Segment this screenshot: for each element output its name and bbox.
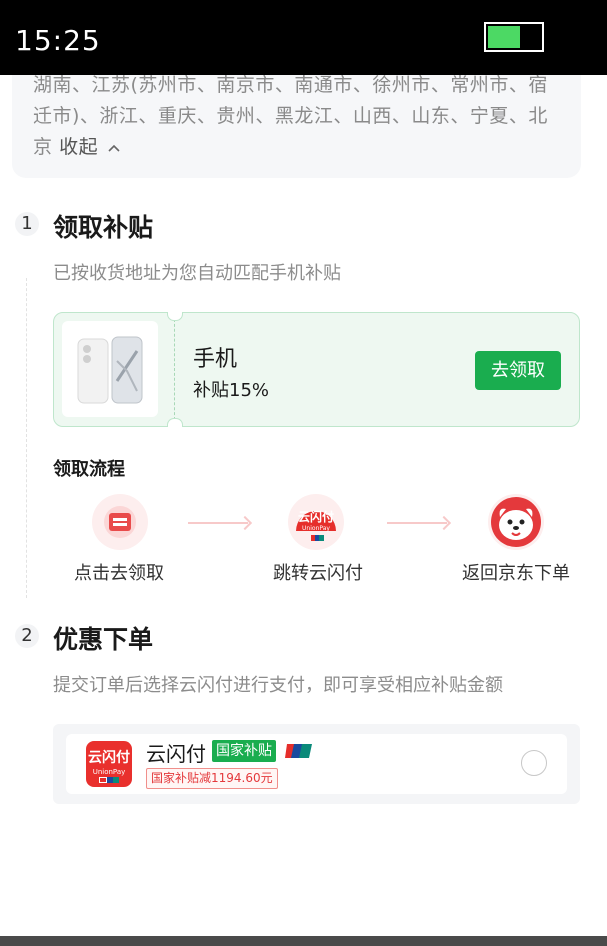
svg-text:UnionPay: UnionPay — [302, 525, 330, 532]
payment-option-unionpay[interactable] — [66, 734, 567, 794]
step-title-order: 优惠下单 — [53, 625, 154, 654]
phone-product-icon — [77, 336, 143, 404]
payment-method-name: 云闪付 — [146, 742, 206, 766]
step-number-2: 2 — [15, 624, 39, 648]
svg-text:云闪付: 云闪付 — [298, 509, 334, 524]
subsidy-rate: 补贴15% — [193, 380, 270, 401]
flow-step-label-2: 跳转云闪付 — [273, 563, 363, 584]
region-list: 湖南、江苏(苏州市、南京市、南通市、徐州市、常州市、宿迁市)、浙江、重庆、贵州、… — [33, 70, 563, 163]
step-description-claim: 已按收货地址为您自动匹配手机补贴 — [53, 263, 341, 284]
card-divider — [174, 319, 175, 420]
collapse-button[interactable]: 收起 — [59, 136, 121, 158]
flow-arrow-2 — [387, 522, 447, 524]
status-time: 15:25 — [15, 24, 101, 57]
step-number-1: 1 — [15, 212, 39, 236]
jd-dog-icon — [488, 494, 544, 550]
battery-icon — [484, 22, 544, 52]
step-title-claim: 领取补贴 — [53, 213, 154, 242]
bottom-bar — [0, 936, 607, 946]
claim-button[interactable]: 去领取 — [475, 351, 561, 390]
collapse-label: 收起 — [59, 136, 99, 158]
discount-tag: 国家补贴减1194.60元 — [146, 768, 278, 789]
status-bar: 15:25 — [0, 0, 607, 75]
flow-arrow-1 — [188, 522, 248, 524]
flow-step-label-1: 点击去领取 — [74, 563, 164, 584]
step-description-order: 提交订单后选择云闪付进行支付，即可享受相应补贴金额 — [53, 675, 503, 696]
flow-step-label-3: 返回京东下单 — [462, 563, 570, 584]
coupon-icon — [92, 494, 148, 550]
unionpay-cloud-icon: 云闪付 UnionPay — [288, 494, 344, 550]
phone-subsidy-card: 手机 补贴15% 去领取 — [53, 312, 580, 427]
flow-title: 领取流程 — [53, 459, 125, 480]
unionpay-logo-icon: 云闪付 UnionPay — [86, 741, 132, 787]
chevron-up-icon — [108, 144, 120, 152]
unionpay-brand-icon — [285, 744, 312, 758]
national-subsidy-tag: 国家补贴 — [212, 740, 276, 762]
payment-radio[interactable] — [521, 750, 547, 776]
subsidy-product-name: 手机 — [193, 347, 238, 372]
step-connector-line — [26, 278, 27, 598]
phone-image — [62, 321, 158, 417]
